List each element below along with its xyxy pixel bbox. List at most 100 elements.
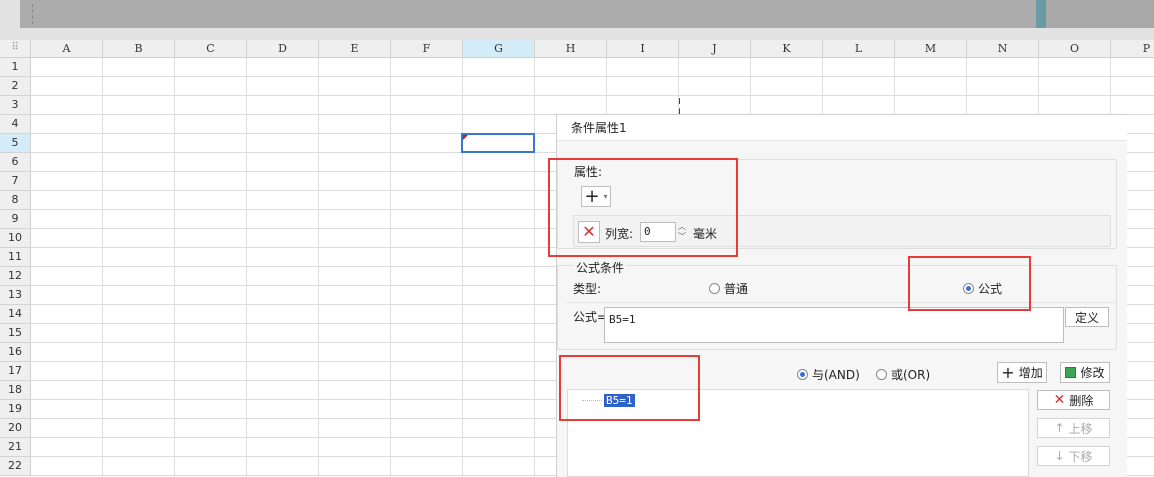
column-header-N[interactable]: N — [967, 40, 1039, 58]
logic-or-radio[interactable]: 或(OR) — [876, 366, 930, 383]
conditions-list[interactable]: B5=1 — [567, 389, 1029, 477]
row-header-6[interactable]: 6 — [0, 153, 31, 172]
close-icon: ✕ — [582, 222, 596, 241]
column-header-C[interactable]: C — [175, 40, 247, 58]
cell-comment-marker — [463, 135, 468, 140]
close-icon: ✕ — [1053, 392, 1066, 408]
move-up-label: 上移 — [1068, 421, 1093, 436]
logic-and-label: 与(AND) — [812, 368, 860, 382]
toolbar-scroll-marker — [1036, 0, 1046, 28]
row-header-10[interactable]: 10 — [0, 229, 31, 248]
delete-property-button[interactable]: ✕ — [578, 221, 600, 243]
column-gridline — [462, 58, 463, 476]
type-formula-radio[interactable]: 公式 — [963, 280, 1002, 297]
type-normal-radio[interactable]: 普通 — [709, 280, 748, 297]
radio-indicator-selected — [963, 283, 974, 294]
move-down-button[interactable]: ↓ 下移 — [1037, 446, 1110, 466]
column-header-F[interactable]: F — [391, 40, 463, 58]
row-header-21[interactable]: 21 — [0, 438, 31, 457]
logic-or-label: 或(OR) — [891, 368, 931, 382]
selected-cell-G5[interactable] — [461, 133, 535, 153]
modify-condition-button[interactable]: 修改 — [1060, 362, 1110, 383]
column-gridline — [318, 58, 319, 476]
add-condition-label: 增加 — [1018, 366, 1043, 380]
width-unit-label: 毫米 — [693, 227, 718, 241]
tree-connector — [582, 400, 602, 401]
column-gridline — [390, 58, 391, 476]
row-gridline — [31, 76, 1154, 77]
modify-condition-label: 修改 — [1080, 366, 1105, 380]
column-header-A[interactable]: A — [31, 40, 103, 58]
row-header-12[interactable]: 12 — [0, 267, 31, 286]
row-header-11[interactable]: 11 — [0, 248, 31, 267]
row-header-14[interactable]: 14 — [0, 305, 31, 324]
condition-text: B5=1 — [604, 394, 635, 407]
row-header-1[interactable]: 1 — [0, 58, 31, 77]
row-header-17[interactable]: 17 — [0, 362, 31, 381]
row-header-2[interactable]: 2 — [0, 77, 31, 96]
divider — [567, 302, 1117, 303]
radio-indicator-selected — [797, 369, 808, 380]
stepper-up-icon[interactable]: ︿ — [676, 222, 688, 232]
column-header-G[interactable]: G — [463, 40, 535, 58]
select-all-corner[interactable]: ⠿ — [0, 40, 31, 58]
column-width-input[interactable]: 0 — [640, 222, 676, 242]
column-header-L[interactable]: L — [823, 40, 895, 58]
column-header-O[interactable]: O — [1039, 40, 1111, 58]
row-header-13[interactable]: 13 — [0, 286, 31, 305]
toolbar-area — [0, 0, 1154, 40]
properties-label: 属性: — [574, 165, 603, 179]
add-property-button[interactable]: + ▾ — [581, 186, 611, 207]
column-header-J[interactable]: J — [679, 40, 751, 58]
column-gridline — [246, 58, 247, 476]
toolbar-strip — [20, 0, 1046, 28]
column-header-E[interactable]: E — [319, 40, 391, 58]
plus-icon: + — [584, 185, 600, 207]
row-header-22[interactable]: 22 — [0, 457, 31, 476]
column-header-K[interactable]: K — [751, 40, 823, 58]
logic-and-radio[interactable]: 与(AND) — [797, 366, 860, 383]
row-header-20[interactable]: 20 — [0, 419, 31, 438]
row-gridline — [31, 95, 1154, 96]
list-item[interactable]: B5=1 — [582, 394, 635, 407]
define-button[interactable]: 定义 — [1065, 307, 1109, 327]
column-header-D[interactable]: D — [247, 40, 319, 58]
delete-condition-label: 删除 — [1069, 393, 1094, 408]
type-formula-label: 公式 — [978, 282, 1003, 296]
column-gridline — [102, 58, 103, 476]
row-header-3[interactable]: 3 — [0, 96, 31, 115]
type-normal-label: 普通 — [724, 282, 749, 296]
row-header-8[interactable]: 8 — [0, 191, 31, 210]
add-condition-button[interactable]: + 增加 — [997, 362, 1047, 383]
arrow-down-icon: ↓ — [1054, 449, 1065, 463]
edit-icon — [1065, 367, 1077, 378]
formula-label: 公式= — [573, 310, 608, 324]
formula-input[interactable]: B5=1 — [604, 307, 1064, 343]
row-header-7[interactable]: 7 — [0, 172, 31, 191]
row-header-9[interactable]: 9 — [0, 210, 31, 229]
dialog-title: 条件属性1 — [557, 115, 1127, 141]
width-stepper[interactable]: ︿ ﹀ — [676, 222, 688, 242]
row-header-19[interactable]: 19 — [0, 400, 31, 419]
type-label: 类型: — [573, 282, 602, 296]
move-down-label: 下移 — [1068, 449, 1093, 464]
condition-attribute-dialog: 条件属性1 属性: + ▾ ✕ 列宽: 0 ︿ ﹀ 毫米 公式条件 类型: 普通… — [556, 114, 1127, 477]
move-up-button[interactable]: ↑ 上移 — [1037, 418, 1110, 438]
row-header-15[interactable]: 15 — [0, 324, 31, 343]
column-header-B[interactable]: B — [103, 40, 175, 58]
formula-condition-title: 公式条件 — [574, 259, 627, 276]
row-header-5[interactable]: 5 — [0, 134, 31, 153]
row-header-16[interactable]: 16 — [0, 343, 31, 362]
row-header-18[interactable]: 18 — [0, 381, 31, 400]
chevron-down-icon: ▾ — [603, 192, 608, 201]
column-header-P[interactable]: P — [1111, 40, 1154, 58]
column-header-I[interactable]: I — [607, 40, 679, 58]
radio-indicator — [876, 369, 887, 380]
delete-condition-button[interactable]: ✕ 删除 — [1037, 390, 1110, 410]
row-header-4[interactable]: 4 — [0, 115, 31, 134]
toolbar-separator — [32, 4, 34, 24]
column-header-H[interactable]: H — [535, 40, 607, 58]
stepper-down-icon[interactable]: ﹀ — [676, 232, 688, 242]
column-header-M[interactable]: M — [895, 40, 967, 58]
column-width-label: 列宽: — [605, 227, 634, 241]
